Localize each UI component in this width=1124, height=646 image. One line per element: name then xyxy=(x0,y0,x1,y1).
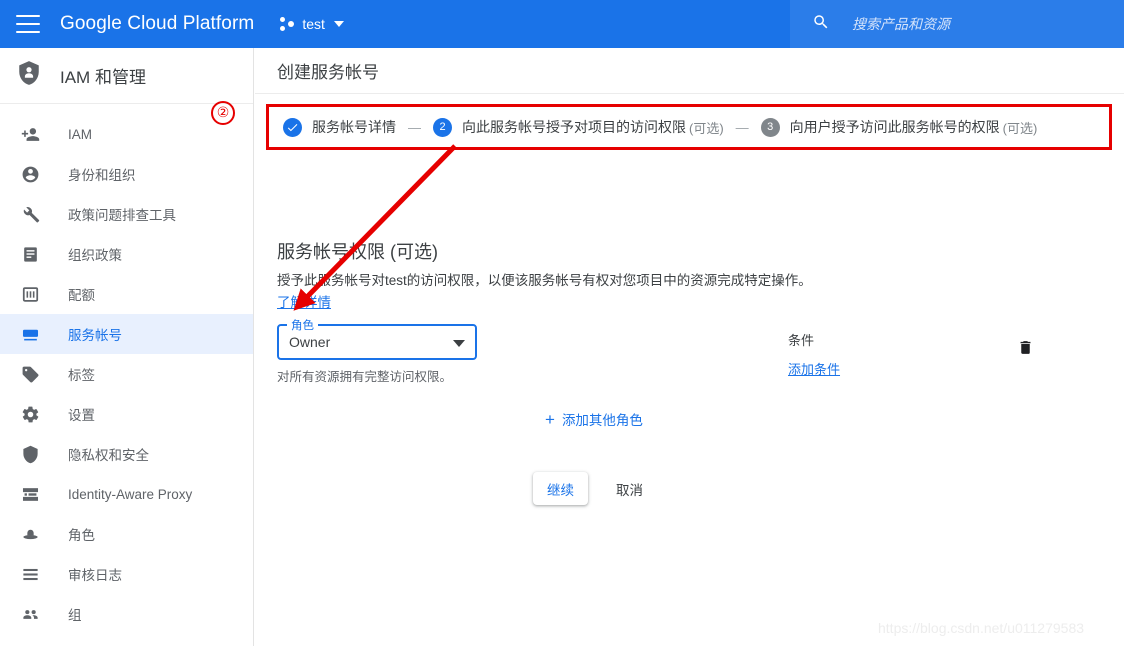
group-people-icon xyxy=(20,604,40,624)
hamburger-menu-icon[interactable] xyxy=(16,15,40,33)
sidebar-item-label: IAM xyxy=(68,127,92,142)
sidebar-item-label: Identity-Aware Proxy xyxy=(68,487,192,502)
sidebar-item-service-accounts[interactable]: 服务帐号 xyxy=(0,314,253,354)
roles-icon xyxy=(20,524,40,544)
quota-icon xyxy=(20,284,40,304)
project-name: test xyxy=(302,16,325,32)
sidebar-header: IAM 和管理 xyxy=(0,48,253,104)
section-description-line1: 授予此服务帐号对test的访问权限，以便该服务帐号有权对您项目中的资源完成特定操 xyxy=(277,273,785,288)
sidebar-item-labels[interactable]: 标签 xyxy=(0,354,253,394)
sidebar-item-identity-org[interactable]: 身份和组织 xyxy=(0,154,253,194)
label-tag-icon xyxy=(20,364,40,384)
sidebar-item-label: 标签 xyxy=(68,364,95,384)
permissions-section: 服务帐号权限 (可选) 授予此服务帐号对test的访问权限，以便该服务帐号有权对… xyxy=(255,48,1124,646)
section-title: 服务帐号权限 (可选) xyxy=(277,238,438,264)
chevron-down-icon xyxy=(334,21,344,27)
sidebar-item-label: 设置 xyxy=(68,404,95,424)
sidebar-item-label: 隐私权和安全 xyxy=(68,444,149,464)
annotation-badge-2: ② xyxy=(211,101,235,125)
condition-column: 条件 添加条件 xyxy=(788,330,840,378)
role-description-hint: 对所有资源拥有完整访问权限。 xyxy=(277,366,452,385)
search-icon xyxy=(812,13,830,36)
sidebar-item-groups[interactable]: 组 xyxy=(0,594,253,634)
sidebar-item-label: 政策问题排查工具 xyxy=(68,204,176,224)
audit-logs-icon xyxy=(20,564,40,584)
action-button-row: 继续 取消 xyxy=(533,472,657,505)
sidebar-item-roles[interactable]: 角色 xyxy=(0,514,253,554)
add-condition-link[interactable]: 添加条件 xyxy=(788,359,840,378)
project-selector[interactable]: test xyxy=(280,16,344,32)
sidebar-item-list: IAM 身份和组织 政策问题排查工具 组织政策 xyxy=(0,104,253,634)
sidebar-item-label: 审核日志 xyxy=(68,564,122,584)
sidebar-item-identity-aware-proxy[interactable]: Identity-Aware Proxy xyxy=(0,474,253,514)
role-select[interactable]: 角色 Owner xyxy=(277,324,477,360)
add-another-role-button[interactable]: + 添加其他角色 xyxy=(545,409,643,429)
search-input-placeholder[interactable]: 搜索产品和资源 xyxy=(852,14,950,34)
document-list-icon xyxy=(20,244,40,264)
section-description-line2: 作。 xyxy=(785,273,812,288)
section-description: 授予此服务帐号对test的访问权限，以便该服务帐号有权对您项目中的资源完成特定操… xyxy=(277,270,817,314)
shield-icon xyxy=(20,444,40,464)
sidebar-header-title: IAM 和管理 xyxy=(60,63,146,88)
sidebar-item-label: 配额 xyxy=(68,284,95,304)
sidebar-item-org-policies[interactable]: 组织政策 xyxy=(0,234,253,274)
sidebar-item-policy-troubleshooter[interactable]: 政策问题排查工具 xyxy=(0,194,253,234)
project-dots-icon xyxy=(280,17,295,32)
app-root: Google Cloud Platform test 搜索产品和资源 IAM 和… xyxy=(0,0,1124,646)
account-circle-icon xyxy=(20,164,40,184)
sidebar-item-label: 服务帐号 xyxy=(68,324,122,344)
iap-icon xyxy=(20,484,40,504)
role-row: 角色 Owner 对所有资源拥有完整访问权限。 xyxy=(277,324,477,360)
sidebar-item-audit-logs[interactable]: 审核日志 xyxy=(0,554,253,594)
continue-button[interactable]: 继续 xyxy=(533,472,588,505)
sidebar: IAM 和管理 IAM 身份和组织 政策问题排查工具 xyxy=(0,48,254,646)
plus-icon: + xyxy=(545,411,555,428)
top-app-bar: Google Cloud Platform test 搜索产品和资源 xyxy=(0,0,1124,48)
sidebar-item-label: 组织政策 xyxy=(68,244,122,264)
service-account-icon xyxy=(20,324,40,344)
wrench-icon xyxy=(20,204,40,224)
chevron-down-icon[interactable] xyxy=(453,340,465,347)
role-select-value: Owner xyxy=(289,334,330,350)
search-bar[interactable]: 搜索产品和资源 xyxy=(790,0,1124,48)
brand-title: Google Cloud Platform xyxy=(60,13,254,35)
learn-more-link[interactable]: 了解详情 xyxy=(277,295,331,310)
sidebar-item-label: 身份和组织 xyxy=(68,164,136,184)
sidebar-item-quotas[interactable]: 配额 xyxy=(0,274,253,314)
shield-person-icon xyxy=(16,60,42,91)
gear-icon xyxy=(20,404,40,424)
person-add-icon xyxy=(20,124,40,144)
sidebar-item-label: 角色 xyxy=(68,524,95,544)
watermark: https://blog.csdn.net/u011279583 xyxy=(878,620,1084,636)
cancel-button[interactable]: 取消 xyxy=(602,472,657,505)
sidebar-item-label: 组 xyxy=(68,604,82,624)
trash-icon[interactable] xyxy=(1017,338,1034,362)
condition-title: 条件 xyxy=(788,330,840,349)
add-another-role-label: 添加其他角色 xyxy=(562,409,643,429)
sidebar-item-privacy-security[interactable]: 隐私权和安全 xyxy=(0,434,253,474)
role-select-label: 角色 xyxy=(287,317,318,333)
sidebar-item-settings[interactable]: 设置 xyxy=(0,394,253,434)
